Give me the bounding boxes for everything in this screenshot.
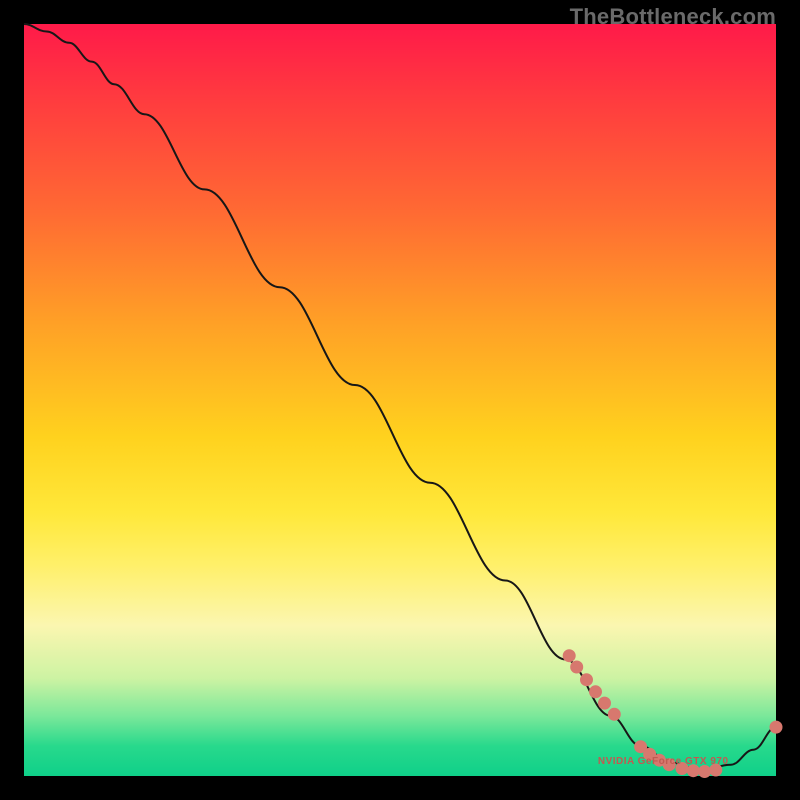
data-point (581, 674, 593, 686)
data-point (770, 721, 782, 733)
annotations-group: NVIDIA GeForce GTX 970 (598, 756, 729, 767)
data-point (699, 766, 711, 778)
data-point (608, 708, 620, 720)
data-point (599, 697, 611, 709)
chart-svg: NVIDIA GeForce GTX 970 (24, 24, 776, 776)
chart-stage: TheBottleneck.com NVIDIA GeForce GTX 970 (0, 0, 800, 800)
data-point (571, 661, 583, 673)
plot-area: NVIDIA GeForce GTX 970 (24, 24, 776, 776)
annotation-label: NVIDIA GeForce GTX 970 (598, 756, 729, 767)
data-point (563, 650, 575, 662)
bottleneck-curve-line (24, 24, 776, 770)
data-point (590, 686, 602, 698)
